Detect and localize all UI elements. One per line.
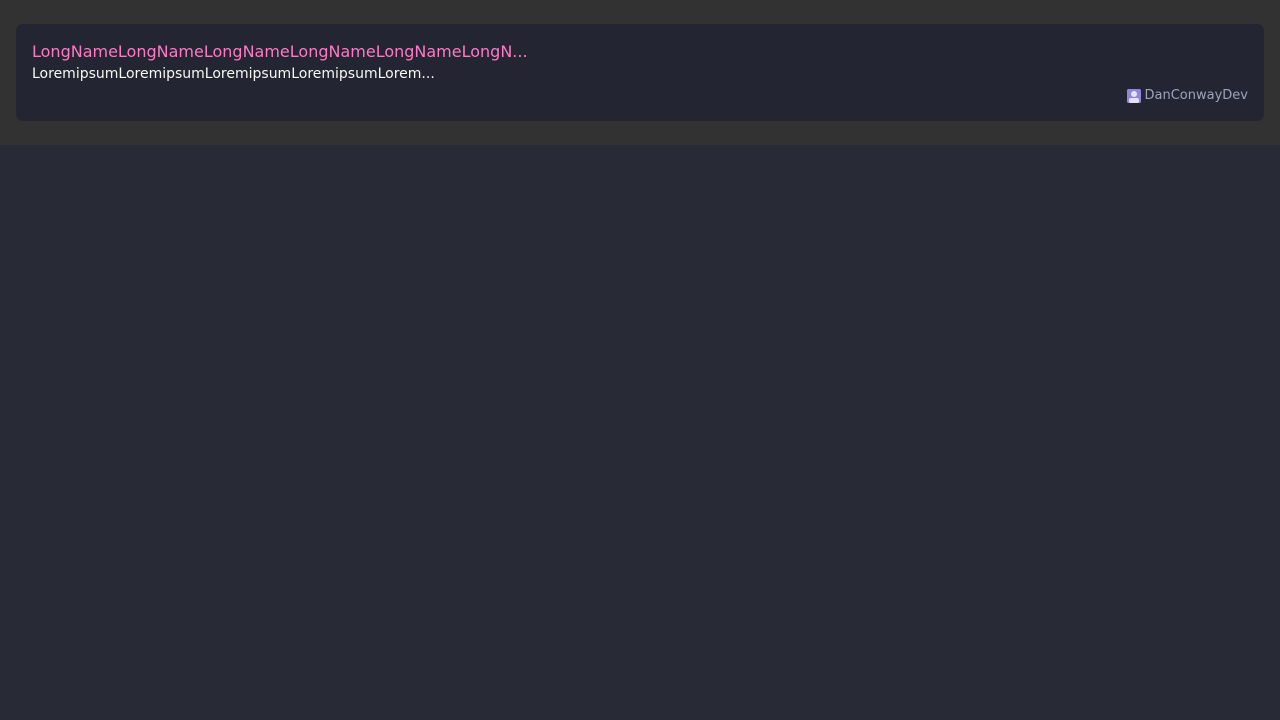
header-band: LongNameLongNameLongNameLongNameLongName… [0, 0, 1280, 145]
repo-card[interactable]: LongNameLongNameLongNameLongNameLongName… [16, 24, 1264, 121]
author-badge[interactable]: DanConwayDev [1126, 88, 1248, 104]
author-name: DanConwayDev [1144, 88, 1248, 103]
card-description: LoremipsumLoremipsumLoremipsumLoremipsum… [32, 66, 435, 82]
user-avatar-icon [1126, 89, 1141, 103]
card-title[interactable]: LongNameLongNameLongNameLongNameLongName… [32, 41, 1248, 63]
